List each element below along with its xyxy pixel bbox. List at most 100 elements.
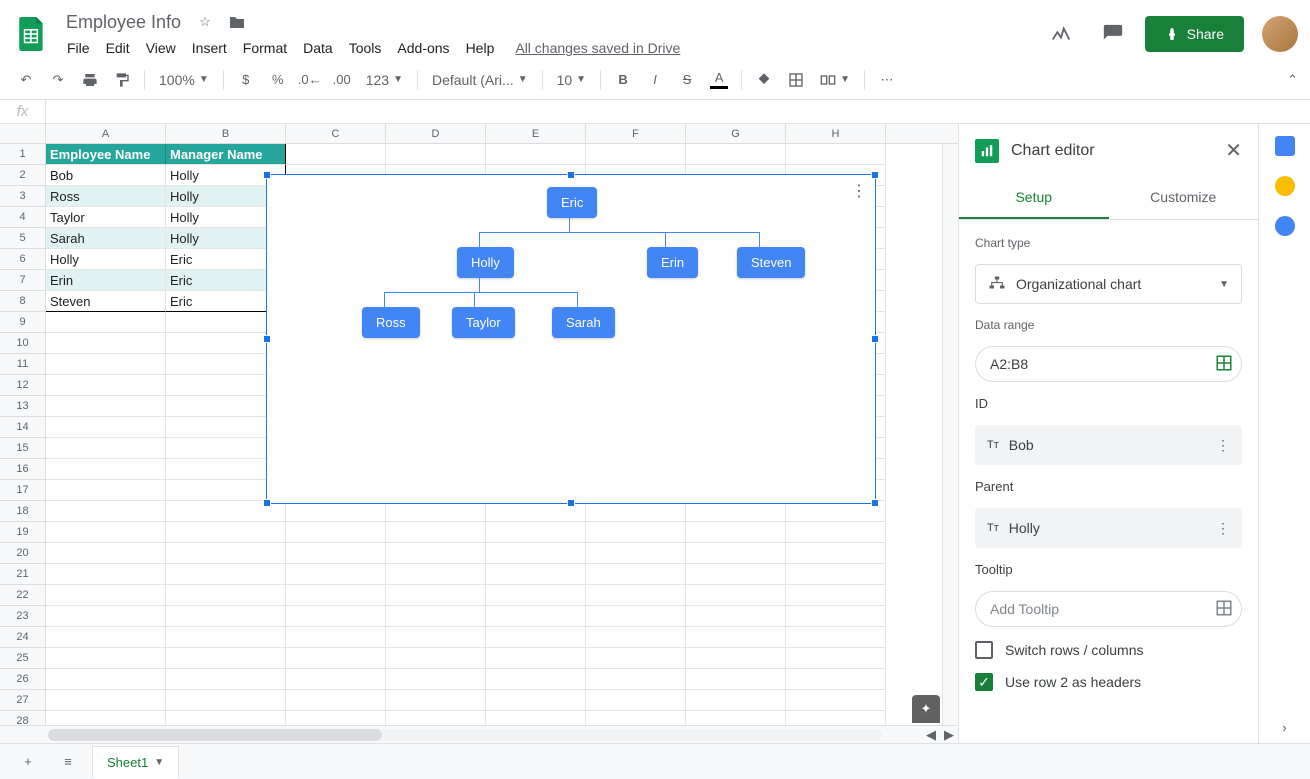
chart-type-select[interactable]: Organizational chart ▼ (975, 264, 1242, 304)
cell[interactable] (46, 501, 166, 522)
row-header[interactable]: 23 (0, 606, 46, 627)
cell[interactable] (46, 417, 166, 438)
cell[interactable] (286, 144, 386, 165)
cell[interactable] (386, 648, 486, 669)
formula-input[interactable] (46, 104, 1310, 119)
cell[interactable] (686, 564, 786, 585)
cell[interactable] (686, 522, 786, 543)
tooltip-grid-icon[interactable] (1215, 599, 1233, 620)
decrease-decimal-icon[interactable]: .0← (296, 66, 324, 94)
user-avatar[interactable] (1262, 16, 1298, 52)
cell[interactable] (786, 669, 886, 690)
col-header-d[interactable]: D (386, 124, 486, 143)
cell[interactable] (166, 690, 286, 711)
cell[interactable] (386, 627, 486, 648)
vertical-scrollbar[interactable] (942, 144, 958, 725)
cell[interactable] (786, 690, 886, 711)
cell[interactable]: Ross (46, 186, 166, 207)
cell[interactable] (386, 690, 486, 711)
calendar-icon[interactable] (1275, 136, 1295, 156)
row-header[interactable]: 10 (0, 333, 46, 354)
cell[interactable] (386, 543, 486, 564)
comment-icon[interactable] (1093, 14, 1133, 54)
col-header-h[interactable]: H (786, 124, 886, 143)
tab-customize[interactable]: Customize (1109, 177, 1259, 219)
cell[interactable] (586, 648, 686, 669)
sheets-logo[interactable] (12, 14, 52, 54)
merge-cells-icon[interactable]: ▼ (814, 66, 856, 94)
cell[interactable] (166, 585, 286, 606)
font-size-select[interactable]: 10▼ (551, 66, 592, 94)
col-header-c[interactable]: C (286, 124, 386, 143)
row-header[interactable]: 15 (0, 438, 46, 459)
cell[interactable] (586, 669, 686, 690)
cell[interactable] (586, 522, 686, 543)
cell[interactable]: Steven (46, 291, 166, 312)
col-header-b[interactable]: B (166, 124, 286, 143)
activity-icon[interactable] (1041, 14, 1081, 54)
cell[interactable] (46, 690, 166, 711)
row-header[interactable]: 14 (0, 417, 46, 438)
redo-icon[interactable]: ↷ (44, 66, 72, 94)
all-sheets-button[interactable]: ≡ (52, 746, 84, 778)
cell[interactable] (486, 144, 586, 165)
keep-icon[interactable] (1275, 176, 1295, 196)
cell[interactable]: Sarah (46, 228, 166, 249)
menu-format[interactable]: Format (236, 38, 294, 58)
tooltip-input[interactable]: Add Tooltip (975, 591, 1242, 627)
cell[interactable] (286, 606, 386, 627)
cell[interactable] (586, 564, 686, 585)
chart-object[interactable]: ⋮ EricHollyErinStevenRossTaylorSarah (266, 174, 876, 504)
cell[interactable] (686, 144, 786, 165)
cell[interactable] (786, 564, 886, 585)
cell[interactable] (486, 543, 586, 564)
select-all-corner[interactable] (0, 124, 46, 143)
cell[interactable] (386, 144, 486, 165)
save-status[interactable]: All changes saved in Drive (515, 40, 680, 56)
row-header[interactable]: 2 (0, 165, 46, 186)
menu-data[interactable]: Data (296, 38, 340, 58)
row-header[interactable]: 6 (0, 249, 46, 270)
cell[interactable] (786, 144, 886, 165)
cell[interactable] (386, 585, 486, 606)
cell[interactable] (286, 648, 386, 669)
menu-help[interactable]: Help (459, 38, 502, 58)
cell[interactable] (46, 564, 166, 585)
cell[interactable]: Holly (46, 249, 166, 270)
menu-tools[interactable]: Tools (342, 38, 389, 58)
cell[interactable] (786, 627, 886, 648)
cell[interactable] (46, 585, 166, 606)
id-more-icon[interactable]: ⋮ (1216, 437, 1230, 454)
cell[interactable] (486, 585, 586, 606)
row-header[interactable]: 16 (0, 459, 46, 480)
row-header[interactable]: 20 (0, 543, 46, 564)
cell[interactable] (786, 585, 886, 606)
cell[interactable] (786, 648, 886, 669)
cell[interactable] (386, 564, 486, 585)
row-header[interactable]: 12 (0, 375, 46, 396)
text-color-icon[interactable]: A (705, 66, 733, 94)
tasks-icon[interactable] (1275, 216, 1295, 236)
cell[interactable] (486, 606, 586, 627)
data-range-input[interactable]: A2:B8 (975, 346, 1242, 382)
cell[interactable] (46, 312, 166, 333)
zoom-select[interactable]: 100%▼ (153, 66, 215, 94)
doc-title[interactable]: Employee Info (60, 10, 187, 35)
cell[interactable] (286, 522, 386, 543)
cell[interactable]: Bob (46, 165, 166, 186)
row-header[interactable]: 5 (0, 228, 46, 249)
font-select[interactable]: Default (Ari...▼ (426, 66, 534, 94)
cell[interactable] (586, 144, 686, 165)
row-header[interactable]: 24 (0, 627, 46, 648)
menu-file[interactable]: File (60, 38, 97, 58)
cell[interactable] (46, 627, 166, 648)
parent-more-icon[interactable]: ⋮ (1216, 520, 1230, 537)
collapse-toolbar-icon[interactable]: ⌃ (1287, 72, 1298, 88)
cell[interactable] (286, 501, 386, 522)
cell[interactable] (686, 585, 786, 606)
cell[interactable] (166, 627, 286, 648)
cell[interactable] (586, 501, 686, 522)
cell[interactable] (786, 606, 886, 627)
cell[interactable] (686, 501, 786, 522)
cell[interactable] (46, 333, 166, 354)
